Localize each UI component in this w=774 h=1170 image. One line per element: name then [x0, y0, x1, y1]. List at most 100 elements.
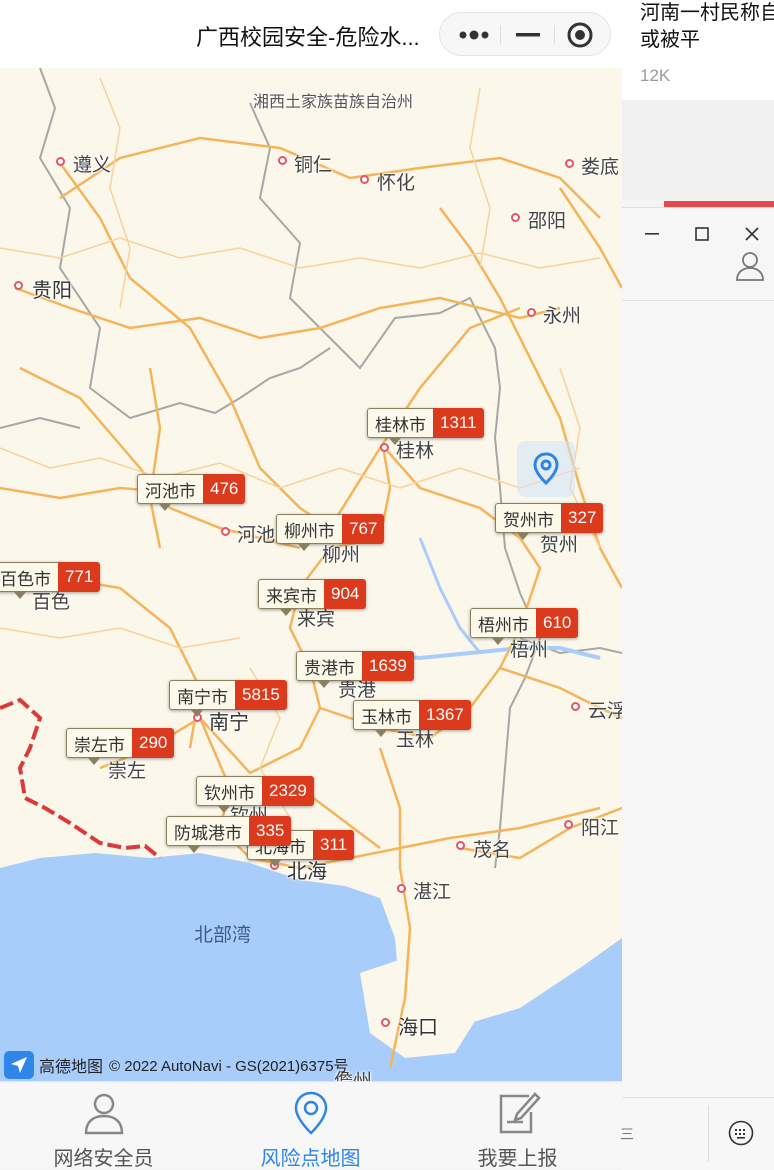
- location-pin-icon[interactable]: [517, 441, 575, 497]
- background-window: [622, 207, 774, 1098]
- tab-label: 网络安全员: [53, 1148, 154, 1169]
- risk-marker-yulin[interactable]: 玉林市 1367: [353, 700, 471, 737]
- map-attribution: 高德地图 © 2022 AutoNavi - GS(2021)6375号: [4, 1050, 349, 1080]
- marker-name: 南宁市: [169, 680, 235, 710]
- tab-network-officer[interactable]: 网络安全员: [0, 1082, 207, 1169]
- bottom-tab-bar: 网络安全员 风险点地图 我要上报: [0, 1081, 622, 1169]
- marker-count: 2329: [262, 776, 314, 806]
- place-label: 崇左: [108, 761, 147, 782]
- amap-logo-icon: [4, 1051, 34, 1079]
- news-view-count: 12K: [640, 66, 671, 85]
- marker-name: 梧州市: [470, 608, 536, 638]
- news-title[interactable]: 河南一村民称自家地征收款或被平: [640, 0, 774, 54]
- place-label: 桂林: [396, 441, 435, 462]
- region-label: 湘西土家族苗族自治州: [253, 94, 414, 111]
- risk-marker-fangchenggang[interactable]: 防城港市 335: [166, 816, 292, 853]
- place-label: 阳江: [581, 818, 620, 839]
- risk-marker-wuzhou[interactable]: 梧州市 610: [470, 608, 579, 645]
- place-label: 湛江: [413, 882, 452, 903]
- mini-program-window: 广西校园安全-危险水... 湘西土家族苗族自治州 遵义 铜仁 怀化 娄底 邵阳 …: [0, 0, 622, 1169]
- city-dot: [56, 157, 65, 166]
- place-label: 铜仁: [294, 155, 333, 176]
- city-dot: [564, 820, 573, 829]
- minimize-icon[interactable]: [500, 13, 556, 57]
- news-card[interactable]: 河南一村民称自家地征收款或被平 12K: [622, 0, 774, 100]
- map-pin-icon: [288, 1090, 334, 1136]
- sea-label: 北部湾: [194, 925, 252, 946]
- risk-marker-nanning[interactable]: 南宁市 5815: [169, 680, 287, 717]
- close-icon[interactable]: [738, 220, 766, 248]
- risk-marker-liuzhou[interactable]: 柳州市 767: [276, 514, 385, 551]
- risk-marker-guigang[interactable]: 贵港市 1639: [296, 651, 414, 688]
- marker-name: 河池市: [137, 474, 203, 504]
- city-dot: [571, 702, 580, 711]
- record-circle-icon[interactable]: [552, 13, 608, 57]
- marker-count: 1311: [433, 408, 484, 438]
- place-label: 河池: [237, 525, 276, 546]
- risk-marker-hechi[interactable]: 河池市 476: [137, 474, 246, 511]
- place-label: 贵阳: [32, 280, 72, 302]
- edit-report-icon: [495, 1090, 541, 1136]
- city-dot: [221, 527, 230, 536]
- city-dot: [511, 213, 520, 222]
- risk-marker-laibin[interactable]: 来宾市 904: [258, 579, 367, 616]
- marker-count: 5815: [235, 680, 287, 710]
- city-dot: [456, 841, 465, 850]
- keyboard-icon[interactable]: [728, 1120, 754, 1151]
- minimize-icon[interactable]: [638, 220, 666, 248]
- app-title: 广西校园安全-危险水...: [196, 25, 420, 50]
- amap-logo-text: 高德地图: [39, 1059, 104, 1076]
- attribution-text: © 2022 AutoNavi - GS(2021)6375号: [109, 1057, 349, 1075]
- title-bar: 广西校园安全-危险水...: [0, 0, 622, 68]
- capsule-menu: [439, 12, 611, 56]
- city-dot: [360, 175, 369, 184]
- place-label: 柳州: [322, 545, 361, 566]
- place-label: 怀化: [377, 173, 416, 194]
- truncated-text: 三: [620, 1126, 634, 1142]
- risk-marker-baise[interactable]: 百色市 771: [0, 562, 101, 599]
- marker-count: 1367: [419, 700, 471, 730]
- user-icon[interactable]: [734, 250, 766, 287]
- city-dot: [565, 159, 574, 168]
- tab-label: 风险点地图: [260, 1148, 361, 1169]
- marker-name: 崇左市: [66, 728, 132, 758]
- marker-count: 290: [132, 728, 175, 758]
- tab-label: 我要上报: [477, 1148, 558, 1169]
- place-label: 南宁: [209, 712, 249, 734]
- background-bottom-bar: 三: [620, 1097, 774, 1170]
- marker-count: 1639: [362, 651, 414, 681]
- marker-name: 柳州市: [276, 514, 342, 544]
- marker-name: 来宾市: [258, 579, 324, 609]
- city-dot: [278, 156, 287, 165]
- place-label: 梧州: [510, 640, 549, 661]
- more-dots-icon[interactable]: [446, 13, 502, 57]
- risk-marker-guilin[interactable]: 桂林市 1311: [367, 408, 484, 445]
- place-label: 海口: [398, 1017, 438, 1039]
- marker-count: 335: [249, 816, 292, 846]
- place-label: 永州: [543, 306, 582, 327]
- place-label: 云浮: [588, 701, 622, 722]
- maximize-icon[interactable]: [688, 220, 716, 248]
- marker-name: 贵港市: [296, 651, 362, 681]
- risk-marker-qinzhou[interactable]: 钦州市 2329: [196, 776, 314, 813]
- place-label: 遵义: [73, 155, 112, 176]
- marker-count: 904: [324, 579, 367, 609]
- place-label: 娄底: [581, 157, 620, 178]
- city-dot: [14, 281, 23, 290]
- place-label: 贺州: [540, 535, 579, 556]
- marker-count: 311: [313, 830, 355, 860]
- risk-marker-hezhou[interactable]: 贺州市 327: [495, 503, 604, 540]
- city-dot: [381, 1018, 390, 1027]
- marker-count: 610: [536, 608, 579, 638]
- risk-marker-chongzuo[interactable]: 崇左市 290: [66, 728, 175, 765]
- marker-name: 桂林市: [367, 408, 433, 438]
- tab-report[interactable]: 我要上报: [414, 1082, 621, 1169]
- city-dot: [397, 884, 406, 893]
- marker-name: 贺州市: [495, 503, 561, 533]
- tab-risk-map[interactable]: 风险点地图: [207, 1082, 414, 1169]
- marker-name: 百色市: [0, 562, 58, 592]
- risk-point-map[interactable]: 湘西土家族苗族自治州 遵义 铜仁 怀化 娄底 邵阳 贵阳 永州 桂林 河池 柳州…: [0, 68, 622, 1081]
- place-label: 邵阳: [528, 211, 567, 232]
- place-label: 茂名: [473, 840, 512, 861]
- background-area: [622, 100, 774, 200]
